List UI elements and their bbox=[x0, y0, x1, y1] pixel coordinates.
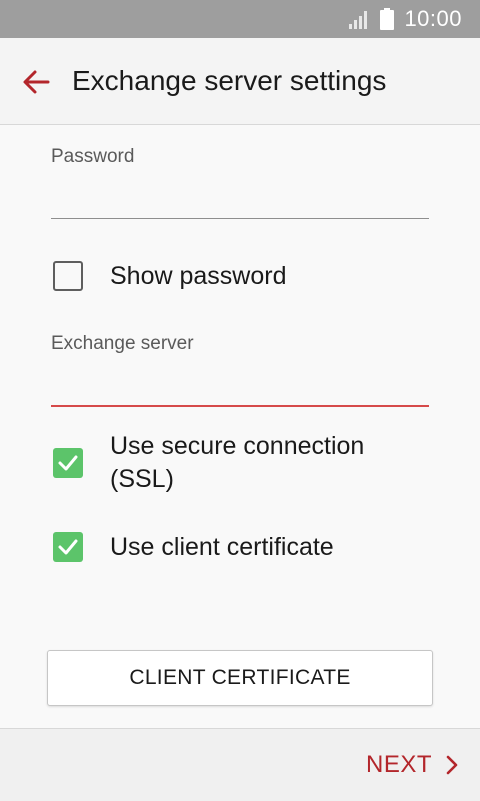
arrow-back-icon bbox=[23, 70, 50, 94]
status-icons: 10:00 bbox=[348, 0, 462, 38]
exchange-server-underline bbox=[51, 405, 429, 407]
signal-icon bbox=[349, 11, 368, 29]
exchange-server-field[interactable] bbox=[51, 370, 429, 404]
ssl-label-line2: (SSL) bbox=[110, 465, 174, 493]
client-cert-label: Use client certificate bbox=[110, 533, 334, 561]
check-icon bbox=[58, 455, 78, 471]
ssl-label: Use secure connection (SSL) bbox=[110, 430, 364, 496]
show-password-label: Show password bbox=[110, 262, 287, 290]
ssl-checkbox[interactable] bbox=[53, 448, 83, 478]
bottom-bar: NEXT bbox=[0, 728, 480, 801]
ssl-checkbox-row[interactable]: Use secure connection (SSL) bbox=[51, 430, 441, 496]
client-certificate-button[interactable]: CLIENT CERTIFICATE bbox=[47, 650, 433, 706]
battery-icon bbox=[380, 8, 395, 30]
check-icon bbox=[58, 539, 78, 555]
page-title: Exchange server settings bbox=[72, 65, 387, 96]
ssl-label-line1: Use secure connection bbox=[110, 432, 365, 460]
next-button[interactable]: NEXT bbox=[366, 747, 460, 783]
password-label: Password bbox=[51, 146, 135, 167]
settings-form: Password Show password Exchange server U… bbox=[0, 125, 480, 728]
app-bar: Exchange server settings bbox=[0, 38, 480, 125]
client-cert-checkbox-row[interactable]: Use client certificate bbox=[51, 532, 441, 562]
status-time: 10:00 bbox=[404, 6, 462, 31]
back-button[interactable] bbox=[16, 62, 56, 102]
chevron-right-icon bbox=[446, 755, 458, 775]
next-label: NEXT bbox=[365, 751, 432, 778]
show-password-checkbox[interactable] bbox=[53, 261, 83, 291]
exchange-server-label: Exchange server bbox=[51, 333, 194, 354]
password-underline bbox=[51, 218, 429, 219]
show-password-checkbox-row[interactable]: Show password bbox=[51, 261, 441, 291]
client-cert-checkbox[interactable] bbox=[53, 532, 83, 562]
password-field[interactable] bbox=[51, 183, 429, 217]
status-bar: 10:00 bbox=[0, 0, 480, 38]
